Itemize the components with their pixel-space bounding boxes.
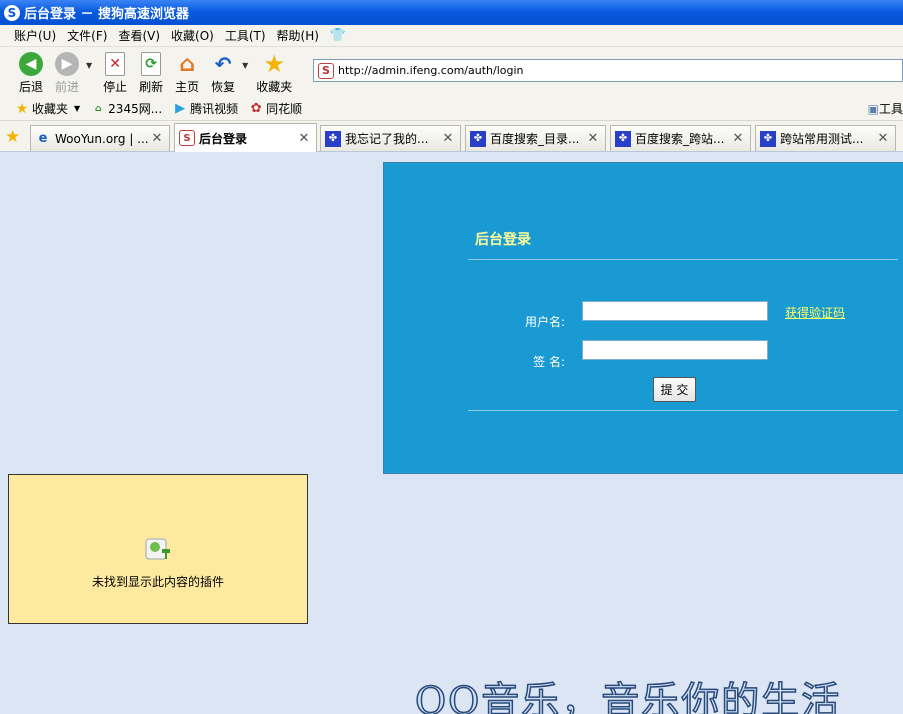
ie-icon: e [38, 131, 48, 146]
signature-label: 签 名: [533, 355, 565, 369]
address-input[interactable] [338, 64, 878, 77]
baidu-paw-icon: ✤ [760, 130, 776, 147]
window-title: 后台登录 － 搜狗高速浏览器 [24, 7, 190, 22]
undo-icon: ↶ [214, 52, 232, 76]
divider [468, 259, 898, 260]
fav-link-tencent-video[interactable]: ▶ 腾讯视频 [172, 100, 238, 117]
forward-dropdown-icon[interactable]: ▼ [86, 61, 92, 70]
menu-help[interactable]: 帮助(H) [277, 27, 319, 44]
favorites-star-icon[interactable]: ★ [5, 127, 20, 147]
nav-toolbar: ◀ 后退 ▶ 前进 ▼ ✕ 停止 ⟳ 刷新 ⌂ 主页 ↶ 恢复 ▼ ★ 收藏夹 … [0, 47, 903, 97]
login-title: 后台登录 [475, 232, 531, 248]
home-icon: ⌂ [179, 51, 196, 77]
tab-login[interactable]: S 后台登录 ✕ [174, 123, 317, 152]
flower-icon: ✿ [250, 101, 262, 116]
signature-input[interactable] [582, 340, 768, 360]
tab-bar: ★ e WooYun.org | ... ✕ S 后台登录 ✕ ✤ 我忘记了我的… [0, 121, 903, 152]
back-arrow-icon: ◀ [19, 52, 43, 76]
menu-favorites[interactable]: 收藏(O) [171, 27, 214, 44]
fav-link-2345[interactable]: ⌂ 2345网... [90, 100, 162, 117]
favorites-button[interactable]: ★ 收藏夹 [254, 47, 294, 95]
forward-arrow-icon: ▶ [55, 52, 79, 76]
tab-baidu-xss[interactable]: ✤ 百度搜索_跨站... ✕ [610, 125, 751, 151]
missing-plugin-box[interactable]: 未找到显示此内容的插件 [8, 474, 308, 624]
tab-forgot[interactable]: ✤ 我忘记了我的... ✕ [320, 125, 461, 151]
toolbox-icon: ▣ [867, 101, 879, 116]
refresh-icon: ⟳ [141, 52, 162, 76]
stop-icon: ✕ [105, 52, 126, 76]
favorites-menu[interactable]: ★ 收藏夹 ▼ [14, 100, 80, 117]
username-input[interactable] [582, 301, 768, 321]
menu-file[interactable]: 文件(F) [67, 27, 107, 44]
tab-baidu-dir[interactable]: ✤ 百度搜索_目录... ✕ [465, 125, 606, 151]
qq-music-banner[interactable]: QQ音乐，音乐你的生活 [414, 670, 841, 714]
baidu-paw-icon: ✤ [470, 130, 486, 147]
menu-tools[interactable]: 工具(T) [225, 27, 266, 44]
stop-button[interactable]: ✕ 停止 [98, 47, 132, 95]
menu-bar: 账户(U) 文件(F) 查看(V) 收藏(O) 工具(T) 帮助(H) 👕 [0, 25, 903, 47]
chevron-down-icon: ▼ [74, 104, 81, 113]
ifeng-site-icon: S [318, 62, 334, 79]
get-captcha-link[interactable]: 获得验证码 [785, 304, 845, 321]
tab-xss-test[interactable]: ✤ 跨站常用测试... ✕ [755, 125, 896, 151]
fav-link-tonghuashun[interactable]: ✿ 同花顺 [248, 100, 302, 117]
back-button[interactable]: ◀ 后退 [14, 47, 48, 95]
menu-view[interactable]: 查看(V) [118, 27, 160, 44]
submit-button[interactable]: 提 交 [653, 377, 696, 402]
tab-wooyun[interactable]: e WooYun.org | ... ✕ [30, 125, 170, 151]
divider [468, 410, 898, 411]
skin-shirt-icon[interactable]: 👕 [330, 28, 346, 43]
address-bar[interactable]: S [313, 59, 903, 82]
tools-menu[interactable]: ▣ 工具 [868, 100, 903, 117]
menu-account[interactable]: 账户(U) [14, 27, 56, 44]
baidu-paw-icon: ✤ [615, 130, 631, 147]
close-icon[interactable]: ✕ [585, 131, 601, 146]
page-content: 后台登录 用户名: 获得验证码 签 名: 提 交 未找到显示此内容的插件 QQ音… [0, 152, 903, 714]
site-2345-icon: ⌂ [94, 103, 102, 114]
username-label: 用户名: [524, 315, 565, 329]
close-icon[interactable]: ✕ [875, 131, 891, 146]
login-panel: 后台登录 用户名: 获得验证码 签 名: 提 交 [383, 162, 903, 474]
puzzle-plugin-icon [145, 538, 170, 560]
home-button[interactable]: ⌂ 主页 [170, 47, 204, 95]
close-icon[interactable]: ✕ [296, 131, 312, 146]
sogou-logo-icon: S [4, 4, 20, 21]
favorites-bar: ★ 收藏夹 ▼ ⌂ 2345网... ▶ 腾讯视频 ✿ 同花顺 ▣ 工具 [0, 97, 903, 121]
forward-button[interactable]: ▶ 前进 [50, 47, 84, 95]
ifeng-site-icon: S [179, 130, 195, 146]
star-plus-icon: ★ [15, 100, 29, 117]
plugin-missing-message: 未找到显示此内容的插件 [91, 575, 224, 589]
baidu-paw-icon: ✤ [325, 130, 341, 147]
close-icon[interactable]: ✕ [440, 131, 456, 146]
star-icon: ★ [263, 50, 286, 78]
restore-dropdown-icon[interactable]: ▼ [242, 61, 248, 70]
close-icon[interactable]: ✕ [730, 131, 746, 146]
play-icon: ▶ [175, 101, 186, 116]
refresh-button[interactable]: ⟳ 刷新 [134, 47, 168, 95]
close-icon[interactable]: ✕ [149, 131, 165, 146]
restore-button[interactable]: ↶ 恢复 [206, 47, 240, 95]
window-titlebar[interactable]: S 后台登录 － 搜狗高速浏览器 [0, 0, 903, 25]
